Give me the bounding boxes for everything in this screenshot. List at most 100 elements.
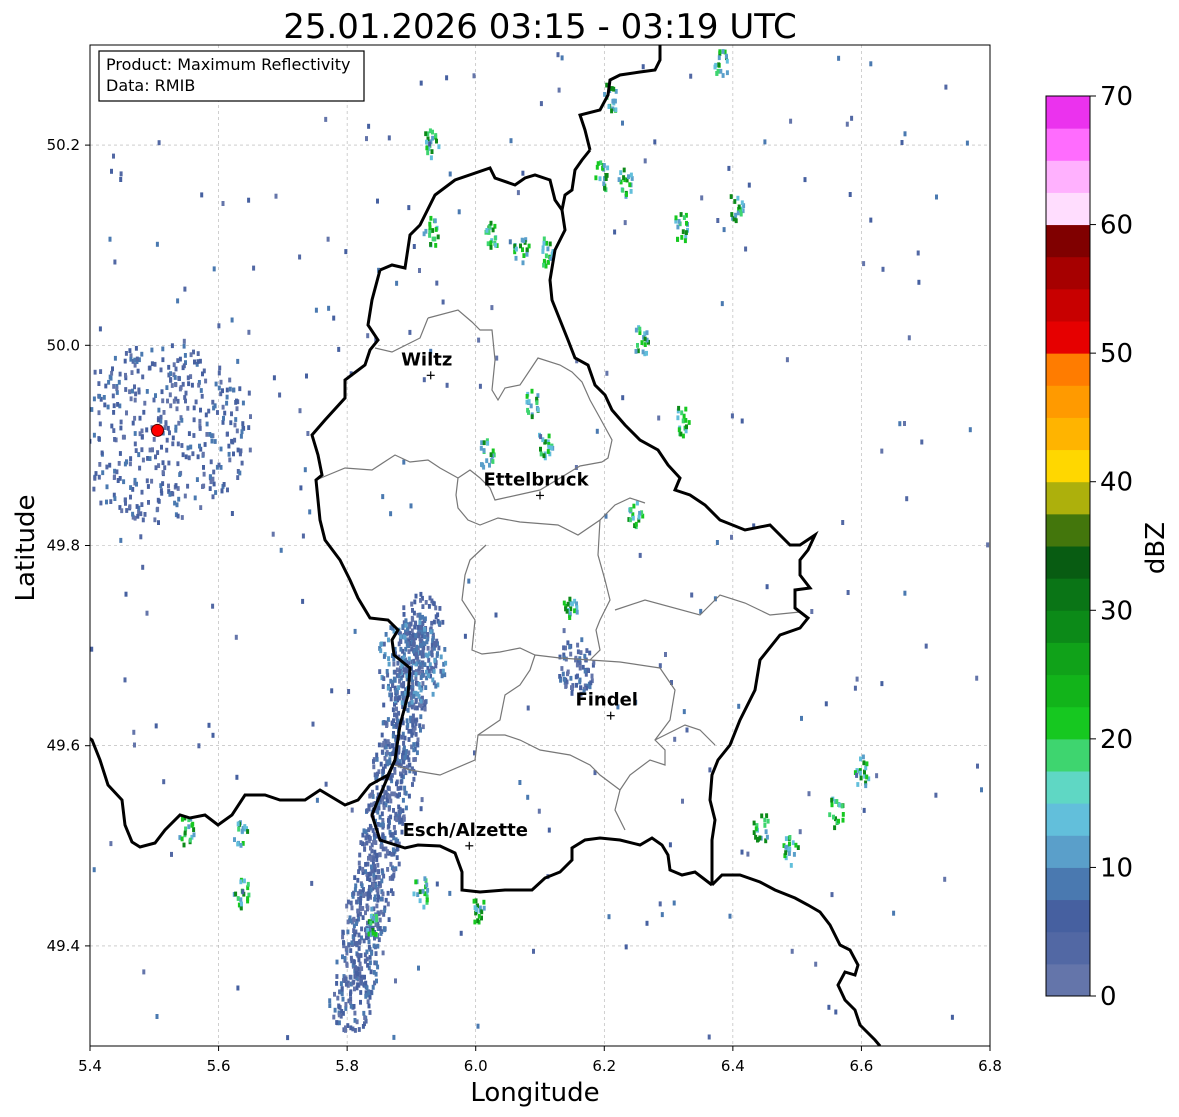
echo-pixel <box>859 775 863 781</box>
echo-pixel <box>230 411 233 417</box>
echo-pixel <box>629 189 633 194</box>
echo-pixel <box>423 699 427 705</box>
echo-pixel <box>359 999 362 1005</box>
echo-pixel <box>405 642 409 647</box>
echo-pixel <box>434 243 438 248</box>
echo-pixel <box>133 397 137 403</box>
echo-pixel <box>457 209 461 215</box>
echo-pixel <box>490 305 494 311</box>
echo-pixel <box>381 950 385 956</box>
echo-pixel <box>575 662 579 668</box>
echo-pixel <box>392 825 396 830</box>
echo-pixel <box>148 365 152 371</box>
echo-pixel <box>377 874 381 880</box>
echo-pixel <box>634 327 638 333</box>
echo-pixel <box>405 718 409 724</box>
echo-pixel <box>393 830 397 835</box>
echo-pixel <box>365 949 369 955</box>
echo-pixel <box>934 792 938 798</box>
echo-pixel <box>299 485 303 491</box>
echo-pixel <box>141 564 145 570</box>
echo-pixel <box>428 225 432 230</box>
echo-pixel <box>898 421 902 427</box>
echo-pixel <box>859 756 862 762</box>
echo-pixel <box>514 255 518 261</box>
echo-pixel <box>134 345 138 351</box>
echo-pixel <box>228 457 232 463</box>
echo-pixel <box>335 981 339 986</box>
echo-pixel <box>123 677 127 683</box>
echo-pixel <box>943 876 947 882</box>
echo-pixel <box>168 430 171 436</box>
echo-pixel <box>141 374 145 380</box>
echo-pixel <box>125 459 129 465</box>
echo-pixel <box>976 763 979 769</box>
echo-pixel <box>344 1002 348 1007</box>
echo-pixel <box>352 1004 356 1009</box>
echo-pixel <box>328 998 332 1004</box>
echo-pixel <box>225 400 229 406</box>
echo-pixel <box>707 1034 711 1040</box>
echo-pixel <box>235 398 238 404</box>
echo-pixel <box>298 408 302 414</box>
echo-pixel <box>213 439 217 444</box>
city-label: Esch/Alzette <box>403 820 528 841</box>
echo-pixel <box>401 693 405 699</box>
echo-pixel <box>864 765 868 771</box>
echo-pixel <box>366 905 370 911</box>
echo-pixel <box>146 484 150 489</box>
echo-pixel <box>437 144 441 150</box>
echo-pixel <box>156 417 160 423</box>
echo-pixel <box>583 653 587 659</box>
echo-pixel <box>134 391 138 397</box>
echo-pixel <box>733 199 737 204</box>
colorbar-segment <box>1046 449 1090 483</box>
echo-pixel <box>129 485 133 490</box>
echo-pixel <box>713 64 717 70</box>
echo-pixel <box>174 424 178 430</box>
echo-pixel <box>174 382 178 388</box>
echo-pixel <box>349 955 353 961</box>
echo-pixel <box>740 849 744 855</box>
echo-pixel <box>93 369 97 375</box>
echo-pixel <box>163 465 167 471</box>
echo-pixel <box>83 413 86 418</box>
echo-pixel <box>177 375 181 381</box>
echo-pixel <box>306 431 310 436</box>
echo-pixel <box>129 396 133 402</box>
echo-pixel <box>145 427 149 433</box>
echo-pixel <box>352 923 356 929</box>
echo-pixel <box>79 430 82 435</box>
y-tick-label: 50.0 <box>47 336 80 354</box>
echo-pixel <box>123 497 127 503</box>
echo-pixel <box>375 752 379 758</box>
echo-pixel <box>459 930 463 936</box>
echo-pixel <box>396 793 400 799</box>
echo-pixel <box>677 405 681 411</box>
echo-pixel <box>423 662 427 667</box>
echo-pixel <box>576 642 580 648</box>
echo-pixel <box>82 431 85 436</box>
echo-pixel <box>362 893 366 898</box>
echo-pixel <box>374 914 378 919</box>
echo-pixel <box>720 301 724 307</box>
echo-pixel <box>382 805 386 810</box>
echo-pixel <box>588 650 592 656</box>
echo-pixel <box>74 398 77 403</box>
echo-pixel <box>566 671 569 677</box>
echo-pixel <box>376 198 379 204</box>
echo-pixel <box>607 914 611 920</box>
echo-pixel <box>397 641 401 647</box>
echo-pixel <box>72 403 75 408</box>
echo-pixel <box>401 624 405 629</box>
echo-pixel <box>301 533 305 539</box>
echo-pixel <box>227 451 231 457</box>
echo-pixel <box>198 443 201 449</box>
echo-pixel <box>140 428 144 434</box>
echo-pixel <box>178 386 182 392</box>
echo-pixel <box>369 887 373 893</box>
echo-pixel <box>441 299 445 305</box>
echo-pixel <box>404 646 408 652</box>
echo-pixel <box>347 689 351 694</box>
echo-pixel <box>570 691 574 696</box>
